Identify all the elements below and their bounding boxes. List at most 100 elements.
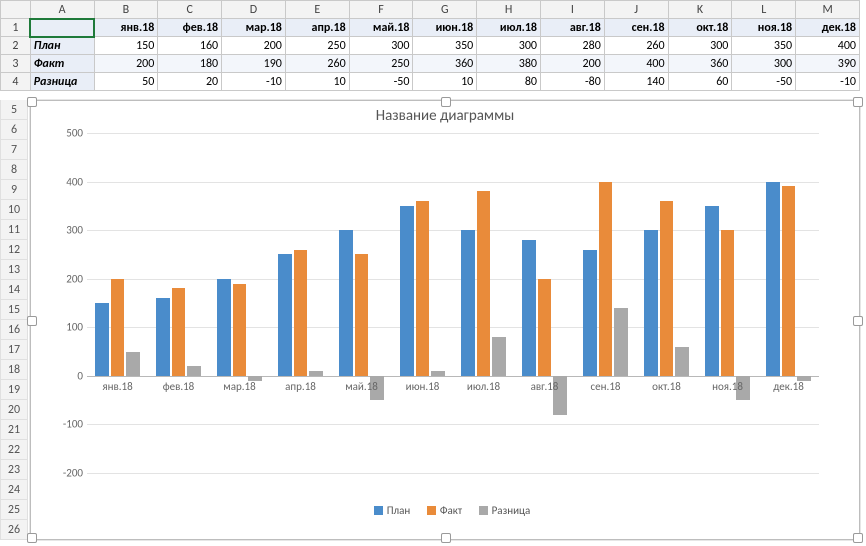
row-header-19[interactable]: 19 <box>0 380 28 400</box>
cell-K2[interactable]: 300 <box>668 37 732 55</box>
cell-D1[interactable]: мар.18 <box>222 19 286 37</box>
cell-A2[interactable]: План <box>30 37 94 55</box>
bar-fact[interactable] <box>660 201 673 376</box>
cell-C4[interactable]: 20 <box>158 73 222 91</box>
row-header-17[interactable]: 17 <box>0 340 28 360</box>
cell-A3[interactable]: Факт <box>30 55 94 73</box>
bar-diff[interactable] <box>187 366 200 376</box>
bar-plan[interactable] <box>583 250 596 376</box>
bar-diff[interactable] <box>614 308 627 376</box>
cell-H1[interactable]: июл.18 <box>477 19 541 37</box>
chart-object[interactable]: Название диаграммы -200-1000100200300400… <box>30 100 860 540</box>
bar-plan[interactable] <box>278 254 291 375</box>
cell-E2[interactable]: 250 <box>285 37 349 55</box>
cell-E4[interactable]: 10 <box>285 73 349 91</box>
bar-diff[interactable] <box>675 347 688 376</box>
cell-I2[interactable]: 280 <box>541 37 605 55</box>
bar-plan[interactable] <box>339 230 352 376</box>
row-header-26[interactable]: 26 <box>0 520 28 540</box>
cell-H2[interactable]: 300 <box>477 37 541 55</box>
cell-M3[interactable]: 390 <box>796 55 860 73</box>
cell-B2[interactable]: 150 <box>94 37 158 55</box>
bar-plan[interactable] <box>461 230 474 376</box>
cell-K1[interactable]: окт.18 <box>668 19 732 37</box>
cell-J3[interactable]: 400 <box>604 55 668 73</box>
cell-G4[interactable]: 10 <box>413 73 477 91</box>
bar-diff[interactable] <box>126 352 139 376</box>
col-L[interactable]: L <box>732 1 796 19</box>
row-header-25[interactable]: 25 <box>0 500 28 520</box>
data-grid[interactable]: A B C D E F G H I J K L M 1 янв.18 фев.1… <box>0 0 860 91</box>
cell-K3[interactable]: 360 <box>668 55 732 73</box>
chart-legend[interactable]: План Факт Разница <box>31 503 859 517</box>
cell-D4[interactable]: -10 <box>222 73 286 91</box>
row-header-8[interactable]: 8 <box>0 160 28 180</box>
col-H[interactable]: H <box>477 1 541 19</box>
bar-fact[interactable] <box>721 230 734 376</box>
bar-fact[interactable] <box>416 201 429 376</box>
cell-K4[interactable]: 60 <box>668 73 732 91</box>
cell-J2[interactable]: 260 <box>604 37 668 55</box>
bar-plan[interactable] <box>95 303 108 376</box>
col-G[interactable]: G <box>413 1 477 19</box>
col-B[interactable]: B <box>94 1 158 19</box>
cell-G2[interactable]: 350 <box>413 37 477 55</box>
cell-F3[interactable]: 250 <box>349 55 413 73</box>
row-header-2[interactable]: 2 <box>1 37 31 55</box>
row-header-5[interactable]: 5 <box>0 100 28 120</box>
row-header-7[interactable]: 7 <box>0 140 28 160</box>
cell-B1[interactable]: янв.18 <box>94 19 158 37</box>
cell-F4[interactable]: -50 <box>349 73 413 91</box>
cell-L3[interactable]: 300 <box>732 55 796 73</box>
cell-G3[interactable]: 360 <box>413 55 477 73</box>
col-K[interactable]: K <box>668 1 732 19</box>
row-header-12[interactable]: 12 <box>0 240 28 260</box>
col-I[interactable]: I <box>541 1 605 19</box>
bar-fact[interactable] <box>782 186 795 375</box>
cell-J4[interactable]: 140 <box>604 73 668 91</box>
row-header-23[interactable]: 23 <box>0 460 28 480</box>
cell-L2[interactable]: 350 <box>732 37 796 55</box>
cell-I3[interactable]: 200 <box>541 55 605 73</box>
bar-fact[interactable] <box>111 279 124 376</box>
bar-fact[interactable] <box>599 182 612 376</box>
bar-fact[interactable] <box>477 191 490 376</box>
row-header-4[interactable]: 4 <box>1 73 31 91</box>
cell-A4[interactable]: Разница <box>30 73 94 91</box>
col-F[interactable]: F <box>349 1 413 19</box>
chart-title[interactable]: Название диаграммы <box>31 107 859 125</box>
col-C[interactable]: C <box>158 1 222 19</box>
cell-L1[interactable]: ноя.18 <box>732 19 796 37</box>
bar-fact[interactable] <box>233 284 246 376</box>
cell-A1[interactable] <box>30 19 94 37</box>
row-header-11[interactable]: 11 <box>0 220 28 240</box>
bar-diff[interactable] <box>309 371 322 376</box>
bar-plan[interactable] <box>156 298 169 376</box>
bar-diff[interactable] <box>431 371 444 376</box>
bar-diff[interactable] <box>492 337 505 376</box>
cell-E1[interactable]: апр.18 <box>285 19 349 37</box>
cell-E3[interactable]: 260 <box>285 55 349 73</box>
cell-G1[interactable]: июн.18 <box>413 19 477 37</box>
cell-M4[interactable]: -10 <box>796 73 860 91</box>
bar-plan[interactable] <box>217 279 230 376</box>
bar-plan[interactable] <box>644 230 657 376</box>
bar-fact[interactable] <box>172 288 185 375</box>
row-header-16[interactable]: 16 <box>0 320 28 340</box>
row-header-3[interactable]: 3 <box>1 55 31 73</box>
cell-M1[interactable]: дек.18 <box>796 19 860 37</box>
bar-fact[interactable] <box>294 250 307 376</box>
bar-plan[interactable] <box>766 182 779 376</box>
cell-D3[interactable]: 190 <box>222 55 286 73</box>
bar-fact[interactable] <box>355 254 368 375</box>
row-header-6[interactable]: 6 <box>0 120 28 140</box>
cell-H3[interactable]: 380 <box>477 55 541 73</box>
select-all-corner[interactable] <box>1 1 31 19</box>
cell-I4[interactable]: -80 <box>541 73 605 91</box>
row-header-10[interactable]: 10 <box>0 200 28 220</box>
cell-L4[interactable]: -50 <box>732 73 796 91</box>
cell-D2[interactable]: 200 <box>222 37 286 55</box>
cell-F2[interactable]: 300 <box>349 37 413 55</box>
cell-M2[interactable]: 400 <box>796 37 860 55</box>
cell-I1[interactable]: авг.18 <box>541 19 605 37</box>
